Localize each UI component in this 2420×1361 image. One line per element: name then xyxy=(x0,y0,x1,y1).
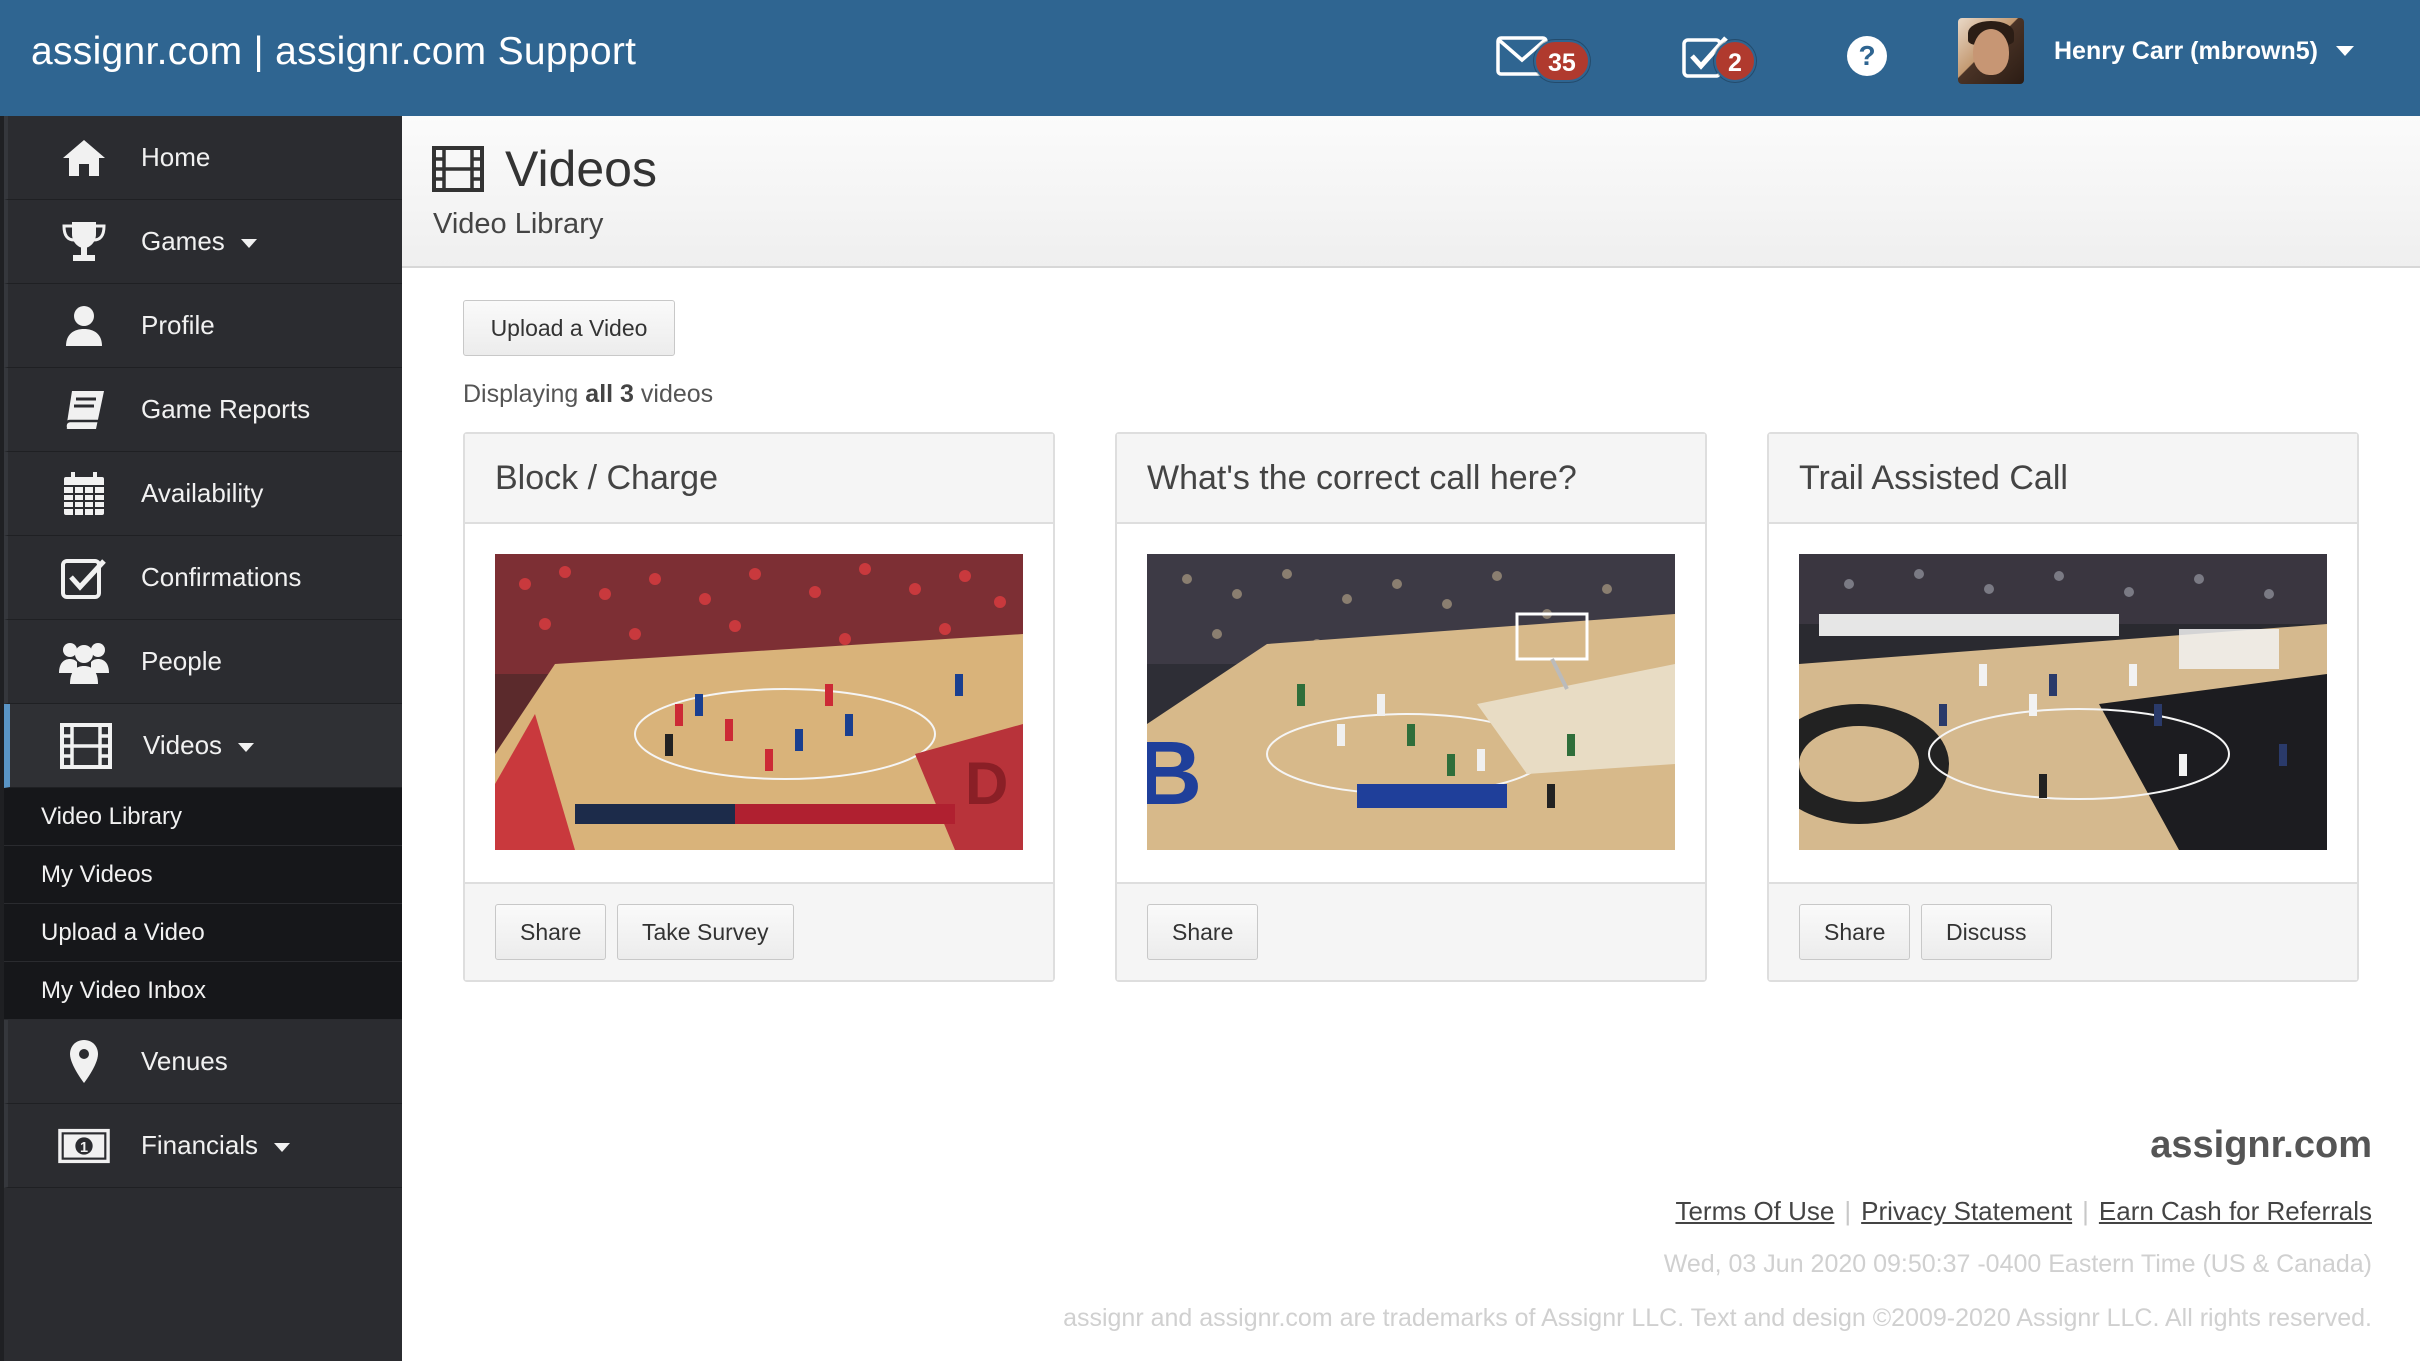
user-menu[interactable]: Henry Carr (mbrown5) xyxy=(1958,18,2354,84)
user-name: Henry Carr (mbrown5) xyxy=(2054,36,2318,65)
tasks-button[interactable]: 2 xyxy=(1676,30,1756,86)
sidebar-item-label: Game Reports xyxy=(141,394,311,424)
film-icon xyxy=(432,146,484,197)
share-button[interactable]: Share xyxy=(1799,904,1911,960)
top-bar: assignr.com | assignr.com Support 35 2 ?… xyxy=(0,0,2420,116)
people-icon xyxy=(58,637,110,687)
discuss-button[interactable]: Discuss xyxy=(1921,904,2052,960)
svg-text:1: 1 xyxy=(80,1139,88,1155)
results-count: Displaying all 3 videos xyxy=(463,380,714,408)
svg-text:?: ? xyxy=(1858,40,1875,71)
video-card: Block / Charge D Share Take Survey xyxy=(463,432,1055,982)
sidebar-item-label: People xyxy=(141,646,222,676)
video-title[interactable]: What's the correct call here? xyxy=(1117,434,1705,524)
sidebar-item-label: Venues xyxy=(141,1046,228,1076)
sidebar-item-home[interactable]: Home xyxy=(4,116,402,200)
sidebar-subitem-video-library[interactable]: Video Library xyxy=(4,788,402,846)
sidebar-item-videos[interactable]: Videos xyxy=(4,704,402,788)
video-card: What's the correct call here? B Share xyxy=(1115,432,1707,982)
video-thumbnail[interactable]: B xyxy=(1147,554,1675,850)
video-title[interactable]: Trail Assisted Call xyxy=(1769,434,2357,524)
footer-copyright: assignr and assignr.com are trademarks o… xyxy=(1063,1304,2372,1332)
sidebar-item-label: Profile xyxy=(141,310,215,340)
caret-down-icon xyxy=(238,742,255,752)
card-footer: Share Discuss xyxy=(1769,882,2357,980)
footer-links: Terms Of Use | Privacy Statement | Earn Cash… xyxy=(1675,1196,2372,1227)
sidebar-item-games[interactable]: Games xyxy=(4,200,402,284)
main-content: Videos Video Library Upload a Video Disp… xyxy=(402,116,2420,1361)
sidebar-item-label: Games xyxy=(141,226,257,257)
sidebar-item-label: Videos xyxy=(143,730,255,761)
referrals-link[interactable]: Earn Cash for Referrals xyxy=(2099,1196,2372,1226)
sidebar-item-people[interactable]: People xyxy=(4,620,402,704)
sidebar-item-financials[interactable]: 1 Financials xyxy=(4,1104,402,1188)
sidebar-subitem-my-videos[interactable]: My Videos xyxy=(4,846,402,904)
video-thumbnail[interactable] xyxy=(1799,554,2327,850)
sidebar-item-label: Home xyxy=(141,142,211,172)
caret-down-icon xyxy=(240,238,257,248)
money-icon: 1 xyxy=(58,1121,110,1171)
map-marker-icon xyxy=(58,1037,110,1087)
card-footer: Share xyxy=(1117,882,1705,980)
sidebar: Home Games Profile Game Reports Availabi… xyxy=(0,116,402,1361)
avatar xyxy=(1958,18,2024,84)
video-card: Trail Assisted Call Share Discuss xyxy=(1767,432,2359,982)
terms-of-use-link[interactable]: Terms Of Use xyxy=(1675,1196,1834,1226)
video-title[interactable]: Block / Charge xyxy=(465,434,1053,524)
footer-timestamp: Wed, 03 Jun 2020 09:50:37 -0400 Eastern … xyxy=(1663,1250,2372,1278)
separator: | xyxy=(1844,1196,1852,1226)
privacy-statement-link[interactable]: Privacy Statement xyxy=(1861,1196,2072,1226)
page-header: Videos Video Library xyxy=(402,116,2420,268)
caret-down-icon xyxy=(274,1142,291,1152)
share-button[interactable]: Share xyxy=(1147,904,1259,960)
sidebar-item-availability[interactable]: Availability xyxy=(4,452,402,536)
help-button[interactable]: ? xyxy=(1846,30,1888,86)
page-subtitle: Video Library xyxy=(433,208,604,240)
footer-brand: assignr.com xyxy=(2150,1124,2372,1166)
video-thumbnail[interactable]: D xyxy=(495,554,1023,850)
upload-video-button[interactable]: Upload a Video xyxy=(463,300,675,356)
share-button[interactable]: Share xyxy=(495,904,607,960)
sidebar-item-profile[interactable]: Profile xyxy=(4,284,402,368)
sidebar-subitem-video-inbox[interactable]: My Video Inbox xyxy=(4,962,402,1020)
sidebar-item-label: Financials xyxy=(141,1130,291,1161)
calendar-icon xyxy=(58,469,110,519)
card-footer: Share Take Survey xyxy=(465,882,1053,980)
checkbox-icon xyxy=(58,553,110,603)
home-icon xyxy=(58,133,110,183)
book-icon xyxy=(58,385,110,435)
take-survey-button[interactable]: Take Survey xyxy=(617,904,794,960)
question-circle-icon: ? xyxy=(1846,35,1888,82)
tasks-badge: 2 xyxy=(1714,40,1756,82)
brand-title[interactable]: assignr.com | assignr.com Support xyxy=(31,0,636,104)
user-icon xyxy=(58,301,110,351)
page-title: Videos xyxy=(505,141,657,197)
sidebar-item-label: Confirmations xyxy=(141,562,302,592)
trophy-icon xyxy=(58,217,110,267)
sidebar-item-label: Availability xyxy=(141,478,264,508)
sidebar-item-confirmations[interactable]: Confirmations xyxy=(4,536,402,620)
messages-button[interactable]: 35 xyxy=(1492,30,1590,86)
sidebar-item-game-reports[interactable]: Game Reports xyxy=(4,368,402,452)
film-icon xyxy=(60,721,112,771)
sidebar-subitem-upload-video[interactable]: Upload a Video xyxy=(4,904,402,962)
messages-badge: 35 xyxy=(1534,40,1590,82)
separator: | xyxy=(2082,1196,2089,1226)
svg-text:D: D xyxy=(965,750,1008,817)
sidebar-item-venues[interactable]: Venues xyxy=(4,1020,402,1104)
svg-text:B: B xyxy=(1147,724,1202,824)
chevron-down-icon xyxy=(2335,46,2354,56)
